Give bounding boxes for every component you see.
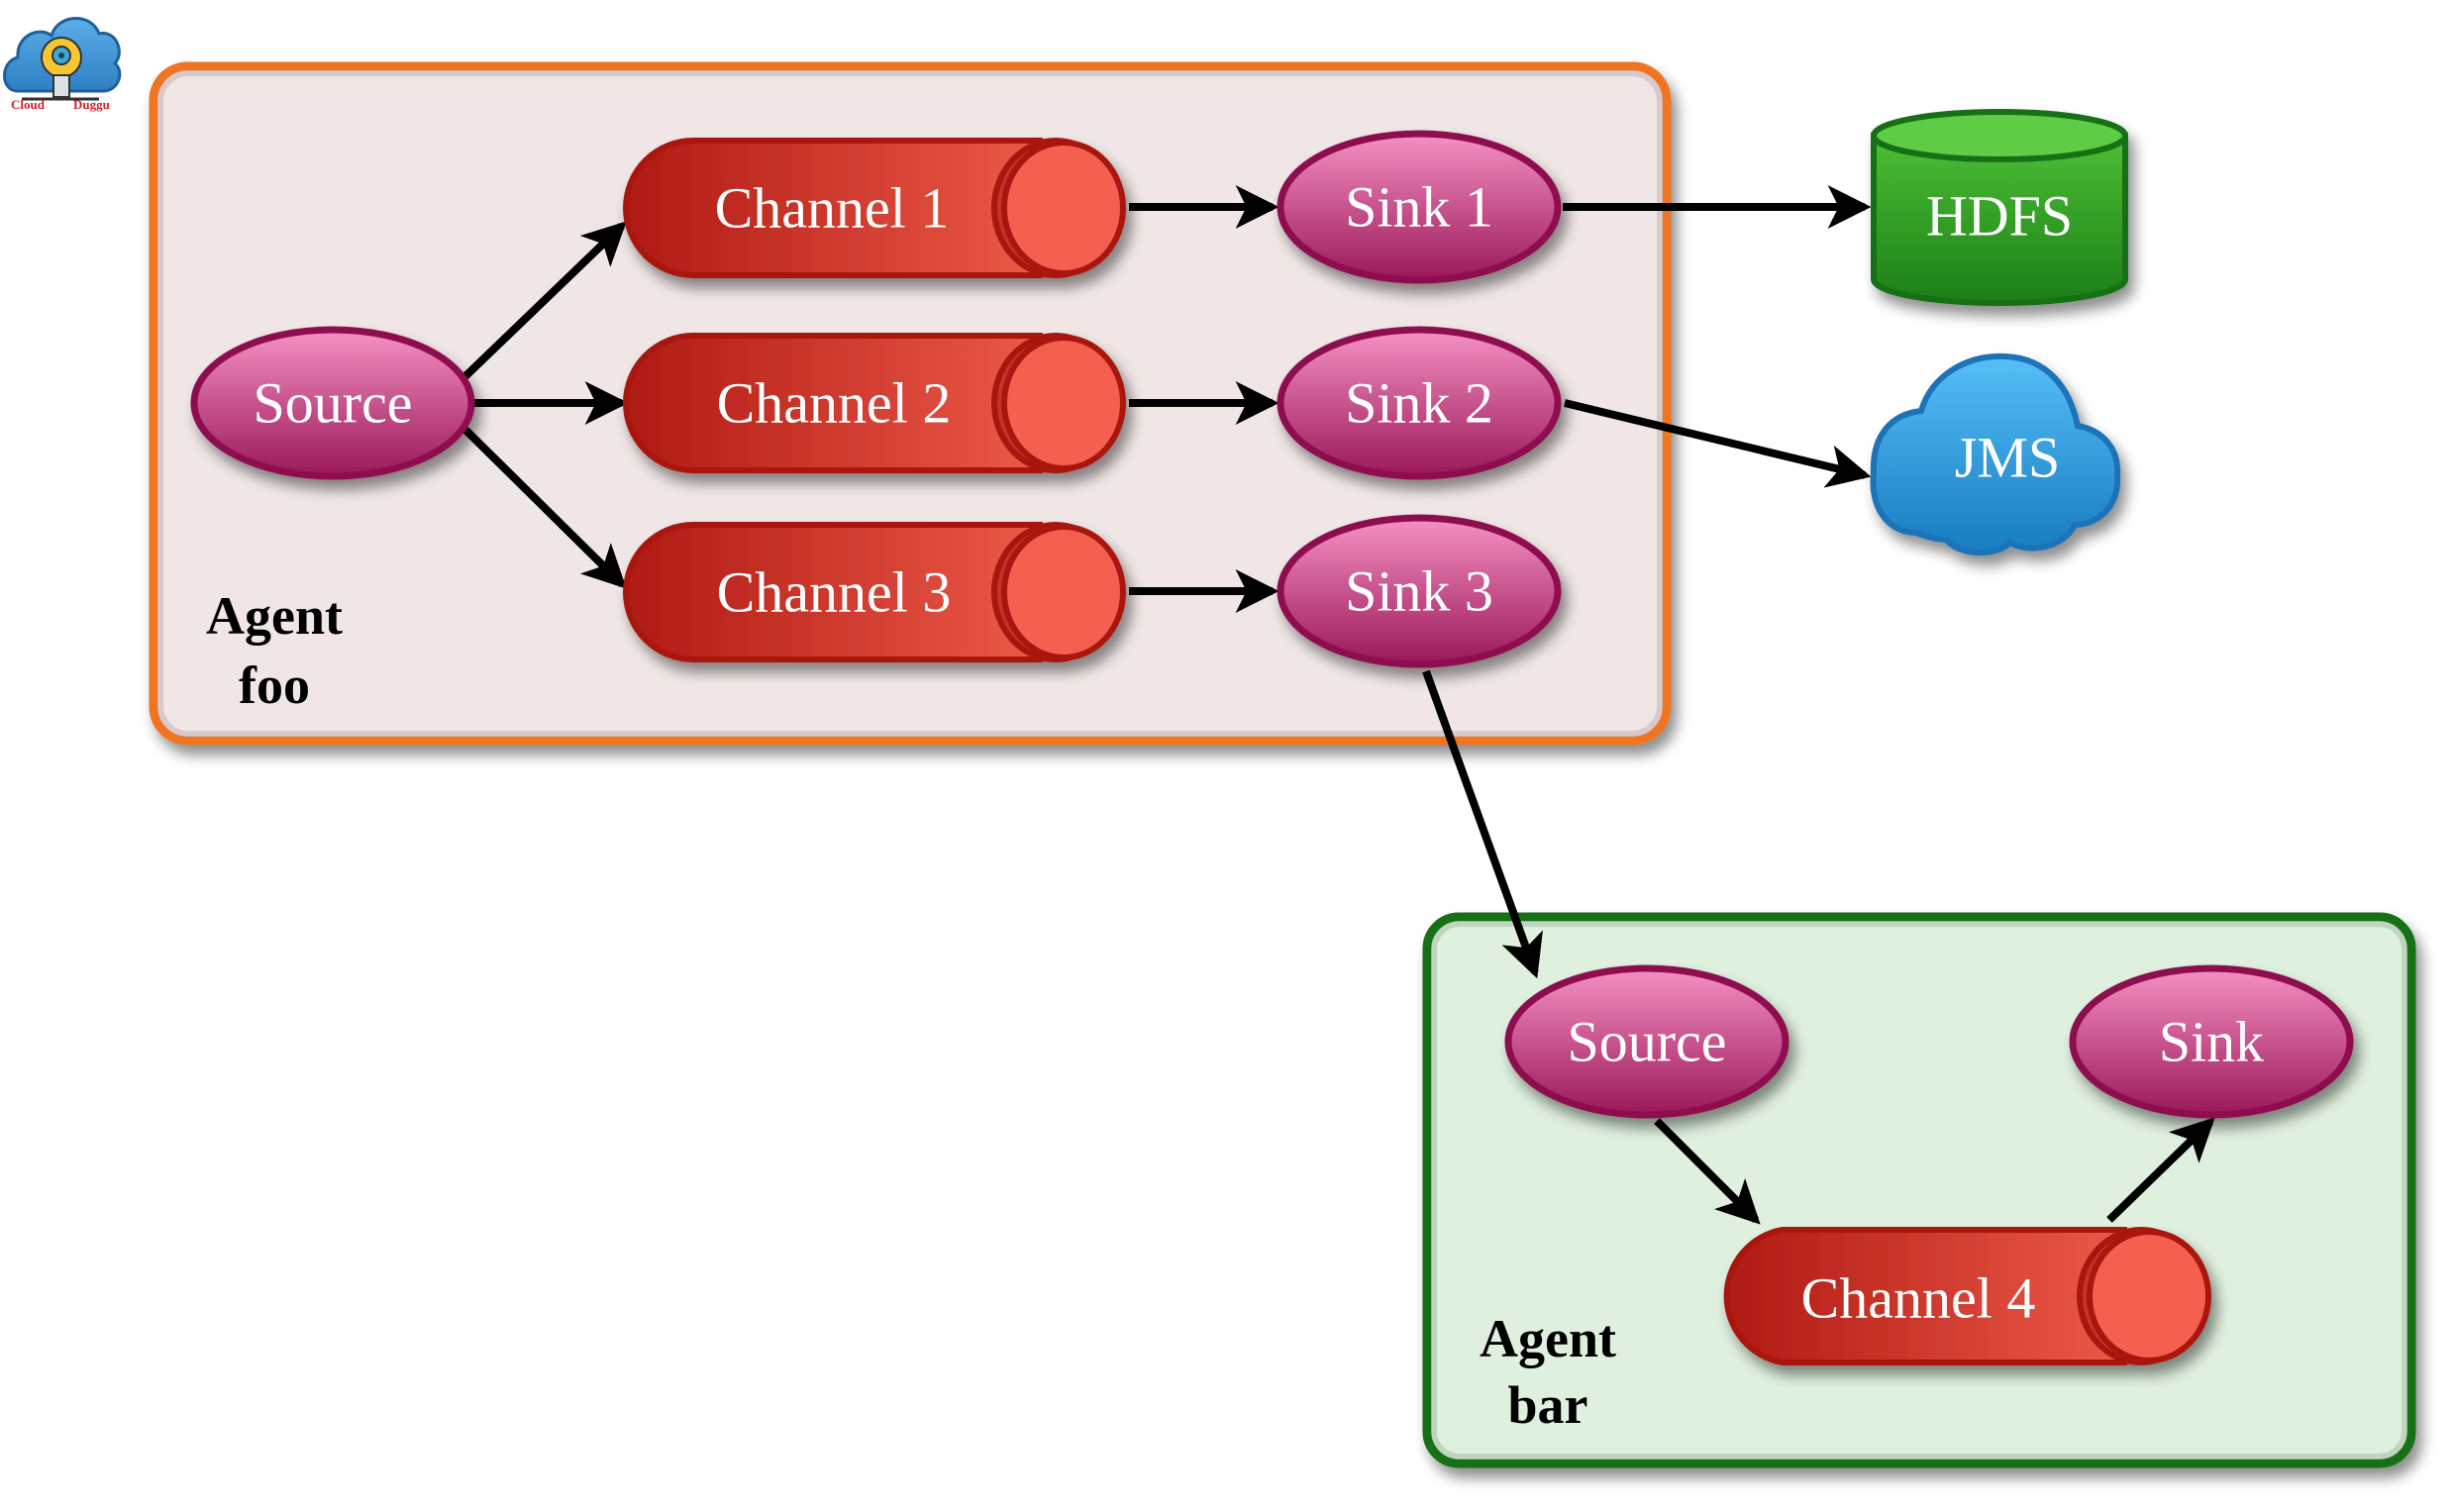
hdfs-label: HDFS	[1926, 184, 2073, 249]
node-bar-source: Source	[1504, 964, 1789, 1119]
channel4-cap	[2087, 1229, 2211, 1363]
agent-bar-label-line1: Agent	[1480, 1309, 1616, 1368]
bar-sink-label: Sink	[2159, 1010, 2264, 1074]
cloudduggu-logo: Cloud Duggu	[3, 17, 122, 112]
channel4-label: Channel 4	[1801, 1266, 2036, 1331]
node-channel3: Channel 3	[623, 522, 1126, 662]
channel3-cap	[1001, 524, 1126, 660]
node-sink1: Sink 1	[1277, 130, 1562, 284]
node-bar-sink: Sink	[2069, 964, 2354, 1119]
node-channel2: Channel 2	[623, 333, 1126, 473]
agent-foo-label-line2: foo	[239, 655, 310, 715]
logo-gear-center	[58, 52, 64, 58]
sink3-label: Sink 3	[1345, 559, 1493, 624]
flume-diagram: Cloud Duggu Agent foo Agent bar Source S…	[3, 17, 2416, 1468]
hdfs-cylinder-top	[1871, 109, 2128, 162]
node-foo-source: Source	[190, 326, 475, 480]
logo-bulb-base	[52, 74, 70, 98]
logo-text-right: Duggu	[73, 97, 110, 112]
logo-text-left: Cloud	[11, 97, 46, 112]
channel1-cap	[1001, 140, 1126, 276]
agent-foo-label-line1: Agent	[206, 586, 343, 646]
channel3-label: Channel 3	[717, 560, 952, 625]
jms-label: JMS	[1955, 426, 2060, 490]
channel2-cap	[1001, 335, 1126, 471]
sink2-label: Sink 2	[1345, 371, 1493, 436]
node-channel4: Channel 4	[1723, 1227, 2211, 1365]
node-sink2: Sink 2	[1277, 326, 1562, 480]
foo-source-label: Source	[253, 371, 412, 436]
node-hdfs: HDFS	[1871, 109, 2128, 306]
node-channel1: Channel 1	[623, 138, 1126, 278]
channel1-label: Channel 1	[715, 176, 950, 241]
sink1-label: Sink 1	[1345, 175, 1493, 240]
node-sink3: Sink 3	[1277, 514, 1562, 668]
bar-source-label: Source	[1567, 1010, 1726, 1074]
agent-bar-label-line2: bar	[1508, 1375, 1588, 1435]
node-jms: JMS	[1870, 353, 2121, 556]
channel2-label: Channel 2	[717, 371, 952, 436]
